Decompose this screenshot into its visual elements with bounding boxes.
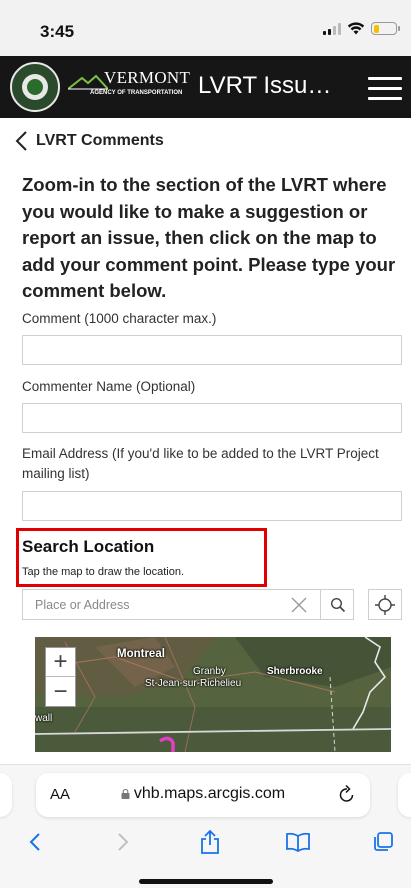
satellite-basemap (35, 637, 391, 752)
url-display[interactable]: vhb.maps.arcgis.com (36, 785, 370, 803)
search-input[interactable] (23, 590, 285, 619)
map-view[interactable]: + − Montreal Granby Sherbrooke St-Jean-s… (35, 637, 391, 752)
name-label: Commenter Name (Optional) (22, 379, 196, 394)
back-button[interactable]: LVRT Comments (14, 128, 164, 154)
home-indicator (139, 879, 273, 884)
email-field[interactable] (22, 491, 402, 521)
chevron-left-icon (15, 131, 27, 151)
zoom-out-button[interactable]: − (46, 677, 75, 706)
search-bar (22, 589, 354, 620)
map-label-st-jean: St-Jean-sur-Richelieu (145, 678, 242, 689)
locate-button[interactable] (368, 589, 402, 620)
lamoille-valley-seal-icon (10, 62, 60, 112)
search-button[interactable] (320, 590, 354, 619)
url-text: vhb.maps.arcgis.com (133, 785, 286, 802)
app-header: VERMONT AGENCY OF TRANSPORTATION LVRT Is… (0, 56, 411, 118)
search-hint: Tap the map to draw the location. (22, 566, 185, 578)
name-field[interactable] (22, 403, 402, 433)
next-tab-preview[interactable] (398, 773, 411, 817)
status-bar: 3:45 (0, 0, 411, 56)
zoom-in-button[interactable]: + (46, 648, 75, 677)
map-label-montreal: Montreal (117, 648, 165, 660)
comment-field[interactable] (22, 335, 402, 365)
hamburger-menu-icon[interactable] (368, 77, 402, 101)
bookmarks-icon[interactable] (283, 827, 313, 857)
back-label: LVRT Comments (36, 132, 164, 149)
zoom-control: + − (45, 647, 76, 707)
vermont-aot-logo: VERMONT AGENCY OF TRANSPORTATION (68, 68, 190, 108)
logo-text: VERMONT (104, 68, 191, 87)
share-icon[interactable] (195, 827, 225, 857)
address-bar[interactable]: AA vhb.maps.arcgis.com (36, 773, 370, 817)
logo-subtext: AGENCY OF TRANSPORTATION (90, 90, 183, 96)
back-icon[interactable] (20, 827, 50, 857)
map-label-partial: wall (35, 713, 53, 724)
comment-label: Comment (1000 character max.) (22, 311, 217, 326)
battery-level (373, 24, 379, 33)
app-title: LVRT Issu… (198, 72, 332, 99)
status-time: 3:45 (40, 22, 75, 41)
wifi-icon (347, 22, 365, 35)
lock-icon (121, 789, 130, 799)
mountain-icon (68, 74, 108, 90)
email-label: Email Address (If you'd like to be added… (22, 446, 379, 481)
search-icon (330, 597, 345, 612)
browser-bottom-bar: AA vhb.maps.arcgis.com (0, 764, 411, 888)
cellular-signal-icon (323, 22, 341, 35)
instructions-text: Zoom-in to the section of the LVRT where… (22, 174, 396, 301)
map-label-sherbrooke: Sherbrooke (267, 666, 323, 677)
map-label-granby: Granby (193, 666, 226, 677)
forward-icon[interactable] (108, 827, 138, 857)
previous-tab-preview[interactable] (0, 773, 12, 817)
reload-icon[interactable] (338, 784, 356, 804)
locate-crosshair-icon (375, 594, 395, 615)
close-icon[interactable] (289, 595, 309, 615)
battery-low-icon (371, 22, 400, 35)
tabs-icon[interactable] (368, 827, 398, 857)
status-icons (323, 22, 400, 35)
browser-toolbar (0, 827, 411, 857)
search-heading: Search Location (22, 537, 155, 556)
